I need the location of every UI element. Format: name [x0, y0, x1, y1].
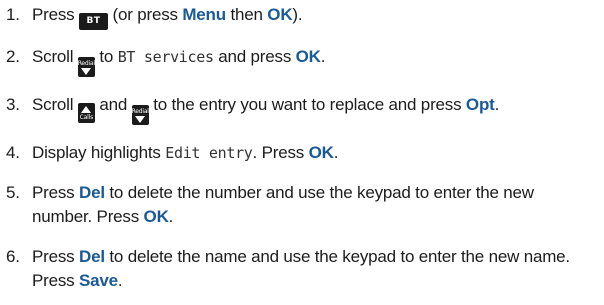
text-end: .	[320, 46, 326, 66]
bt-key-label: BT	[86, 16, 101, 26]
step-number: 3.	[6, 94, 20, 114]
display-text-bt-services: BT services	[117, 47, 214, 66]
step-text: Scroll Redial to BT services and press O…	[32, 45, 600, 77]
redial-key-label: Redial	[77, 59, 95, 67]
keyword-opt: Opt	[465, 94, 495, 114]
word-scroll: Scroll	[32, 46, 74, 66]
word-press: Press	[32, 5, 75, 24]
step-text: Press BT (or press Menu then OK).	[32, 3, 600, 30]
text-end: .	[333, 142, 339, 162]
word-then: then	[230, 5, 263, 24]
step-number: 1.	[6, 5, 20, 24]
word-scroll: Scroll	[32, 94, 74, 114]
text-display-highlights: Display highlights	[32, 142, 161, 162]
step-1: 1. Press BT (or press Menu then OK).	[6, 3, 600, 30]
display-text-edit-entry: Edit entry	[165, 143, 253, 162]
keyword-ok: OK	[295, 46, 321, 66]
step-3: 3. Scroll Calls and Redial to the entry …	[6, 93, 600, 125]
step-number: 4.	[6, 142, 20, 162]
step-text: Scroll Calls and Redial to the entry you…	[32, 93, 600, 125]
word-to: to	[99, 46, 114, 66]
text-and-press: and press	[218, 46, 292, 66]
text-press: . Press	[252, 142, 305, 162]
instructions-document: 1. Press BT (or press Menu then OK). 2. …	[0, 0, 604, 305]
down-arrow-icon	[135, 115, 146, 123]
calls-key-label: Calls	[79, 113, 94, 121]
keyword-ok: OK	[308, 142, 334, 162]
step-4: 4. Display highlights Edit entry. Press …	[6, 141, 600, 165]
redial-down-icon: Redial	[77, 56, 95, 77]
keyword-del: Del	[79, 182, 105, 202]
text-close: ).	[292, 5, 303, 24]
step-number: 2.	[6, 46, 20, 66]
bt-key-icon: BT	[79, 12, 108, 30]
calls-up-icon: Calls	[77, 102, 95, 123]
step-2: 2. Scroll Redial to BT services and pres…	[6, 45, 600, 77]
step-5: 5. Press Del to delete the number and us…	[6, 181, 600, 229]
keyword-menu: Menu	[182, 5, 226, 24]
text-to-entry: to the entry you want to replace and pre…	[153, 94, 462, 114]
text-end: .	[117, 270, 123, 290]
step-text: Press Del to delete the number and use t…	[32, 181, 592, 229]
redial-down-icon: Redial	[131, 104, 149, 125]
step-text: Press Del to delete the name and use the…	[32, 245, 592, 293]
word-and: and	[99, 94, 128, 114]
step-number: 5.	[6, 182, 20, 202]
keyword-ok: OK	[143, 206, 169, 226]
word-press: Press	[32, 246, 75, 266]
down-arrow-icon	[81, 67, 92, 75]
redial-key-label: Redial	[131, 107, 149, 115]
word-press: Press	[32, 182, 75, 202]
keyword-ok: OK	[267, 5, 293, 24]
text-end: .	[494, 94, 500, 114]
up-arrow-icon	[81, 105, 92, 113]
text-or-press: (or press	[112, 5, 178, 24]
keyword-save: Save	[79, 270, 118, 290]
step-6: 6. Press Del to delete the name and use …	[6, 245, 600, 293]
text-end: .	[168, 206, 174, 226]
step-number: 6.	[6, 246, 20, 266]
step-text: Display highlights Edit entry. Press OK.	[32, 141, 600, 165]
text-delete-number: to delete the number and use the keypad …	[32, 182, 534, 226]
keyword-del: Del	[79, 246, 105, 266]
steps-list: 1. Press BT (or press Menu then OK). 2. …	[6, 3, 600, 293]
